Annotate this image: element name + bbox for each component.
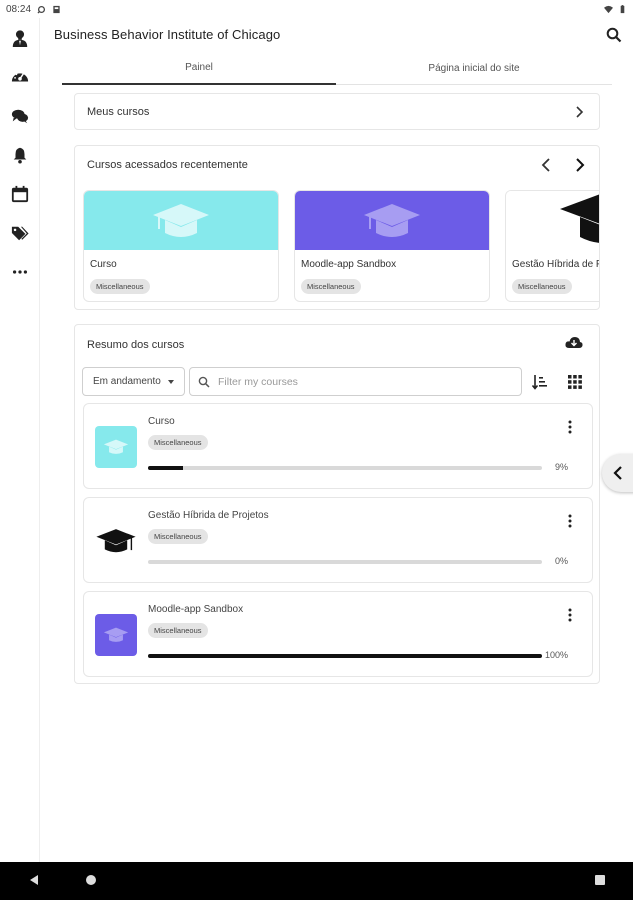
graduation-cap-icon	[153, 203, 209, 237]
course-thumbnail	[95, 426, 137, 468]
search-icon	[606, 27, 622, 43]
chevron-left-icon	[541, 158, 550, 172]
course-options-button[interactable]	[562, 418, 578, 436]
status-bar: 08:24	[0, 0, 633, 18]
sort-icon	[532, 375, 547, 390]
course-name: Moodle-app Sandbox	[148, 604, 244, 615]
course-overview-block: Resumo dos cursos Em andamento Curso Mis…	[74, 324, 600, 684]
course-banner	[506, 191, 599, 250]
status-filter-value: Em andamento	[93, 376, 161, 387]
course-options-button[interactable]	[562, 606, 578, 624]
my-courses-label: Meus cursos	[87, 106, 150, 118]
wifi-icon	[604, 5, 613, 13]
more-icon[interactable]	[8, 260, 32, 284]
course-name: Curso	[148, 416, 175, 427]
graduation-cap-icon	[364, 203, 420, 237]
storage-icon	[53, 5, 60, 13]
more-vertical-icon	[568, 514, 572, 528]
progress-percent: 100%	[544, 650, 568, 660]
chevron-right-icon	[576, 158, 585, 172]
course-options-button[interactable]	[562, 512, 578, 530]
dashboard-icon[interactable]	[8, 65, 32, 89]
course-list-item[interactable]: Moodle-app Sandbox Miscellaneous 100%	[83, 591, 593, 677]
course-name: Curso	[90, 259, 117, 270]
more-vertical-icon	[568, 608, 572, 622]
course-list-item[interactable]: Gestão Híbrida de Projetos Miscellaneous…	[83, 497, 593, 583]
course-filter-field[interactable]	[189, 367, 522, 396]
recent-courses-block: Cursos acessados recentemente Curso Misc…	[74, 145, 600, 310]
recent-course-card[interactable]: Moodle-app Sandbox Miscellaneous	[294, 190, 490, 302]
progress-percent: 9%	[554, 462, 568, 472]
cloud-download-icon	[565, 337, 583, 348]
course-thumbnail	[95, 520, 137, 562]
category-badge: Miscellaneous	[512, 279, 572, 294]
side-drawer-toggle[interactable]	[602, 454, 633, 492]
system-navigation-bar	[0, 862, 633, 900]
graduation-cap-icon	[103, 627, 129, 642]
course-banner	[84, 191, 278, 250]
progress-fill	[148, 466, 184, 470]
course-thumbnail	[95, 614, 137, 656]
sync-icon	[37, 5, 46, 14]
graduation-cap-icon	[560, 193, 599, 243]
chevron-right-icon	[576, 106, 584, 118]
progress-bar	[148, 654, 542, 658]
category-badge: Miscellaneous	[301, 279, 361, 294]
battery-icon	[620, 4, 625, 13]
carousel-next-button[interactable]	[570, 155, 590, 175]
tab-painel[interactable]: Painel	[62, 52, 336, 85]
chevron-left-icon	[613, 466, 622, 480]
course-name: Gestão Híbrida de Projetos	[148, 510, 269, 521]
my-courses-link[interactable]: Meus cursos	[74, 93, 600, 130]
graduation-cap-icon	[103, 439, 129, 454]
recent-courses-title: Cursos acessados recentemente	[87, 159, 248, 171]
course-list-item[interactable]: Curso Miscellaneous 9%	[83, 403, 593, 489]
back-icon[interactable]	[28, 874, 40, 886]
carousel-prev-button[interactable]	[536, 155, 556, 175]
course-name: Gestão Híbrida de Projetos	[512, 259, 599, 270]
recent-course-card[interactable]: Gestão Híbrida de Projetos Miscellaneous	[505, 190, 599, 302]
search-icon	[198, 376, 210, 388]
caret-down-icon	[167, 379, 174, 384]
recents-icon[interactable]	[594, 874, 606, 886]
category-badge: Miscellaneous	[90, 279, 150, 294]
tags-icon[interactable]	[8, 221, 32, 245]
tab-pagina-inicial[interactable]: Página inicial do site	[336, 52, 612, 85]
category-badge: Miscellaneous	[148, 435, 208, 450]
search-button[interactable]	[603, 24, 625, 46]
messages-icon[interactable]	[8, 104, 32, 128]
course-filter-input[interactable]	[218, 375, 498, 388]
notifications-icon[interactable]	[8, 143, 32, 167]
progress-bar	[148, 560, 542, 564]
grid-icon	[568, 375, 582, 389]
progress-percent: 0%	[554, 556, 568, 566]
download-button[interactable]	[565, 336, 583, 355]
calendar-icon[interactable]	[8, 182, 32, 206]
home-icon[interactable]	[85, 874, 97, 886]
sort-button[interactable]	[530, 372, 550, 392]
tab-bar: Painel Página inicial do site	[62, 52, 612, 85]
page-title: Business Behavior Institute of Chicago	[54, 27, 281, 42]
user-avatar-icon[interactable]	[8, 26, 32, 50]
category-badge: Miscellaneous	[148, 529, 208, 544]
graduation-cap-icon	[96, 529, 136, 553]
course-banner	[295, 191, 489, 250]
more-vertical-icon	[568, 420, 572, 434]
progress-bar	[148, 466, 542, 470]
recent-course-card[interactable]: Curso Miscellaneous	[83, 190, 279, 302]
side-navigation-rail	[0, 18, 40, 862]
course-name: Moodle-app Sandbox	[301, 259, 397, 270]
course-overview-title: Resumo dos cursos	[87, 339, 185, 351]
status-time: 08:24	[6, 3, 32, 15]
progress-fill	[148, 654, 542, 658]
view-mode-button[interactable]	[565, 372, 585, 392]
status-filter-select[interactable]: Em andamento	[82, 367, 185, 396]
category-badge: Miscellaneous	[148, 623, 208, 638]
app-header: Business Behavior Institute of Chicago	[40, 18, 633, 52]
